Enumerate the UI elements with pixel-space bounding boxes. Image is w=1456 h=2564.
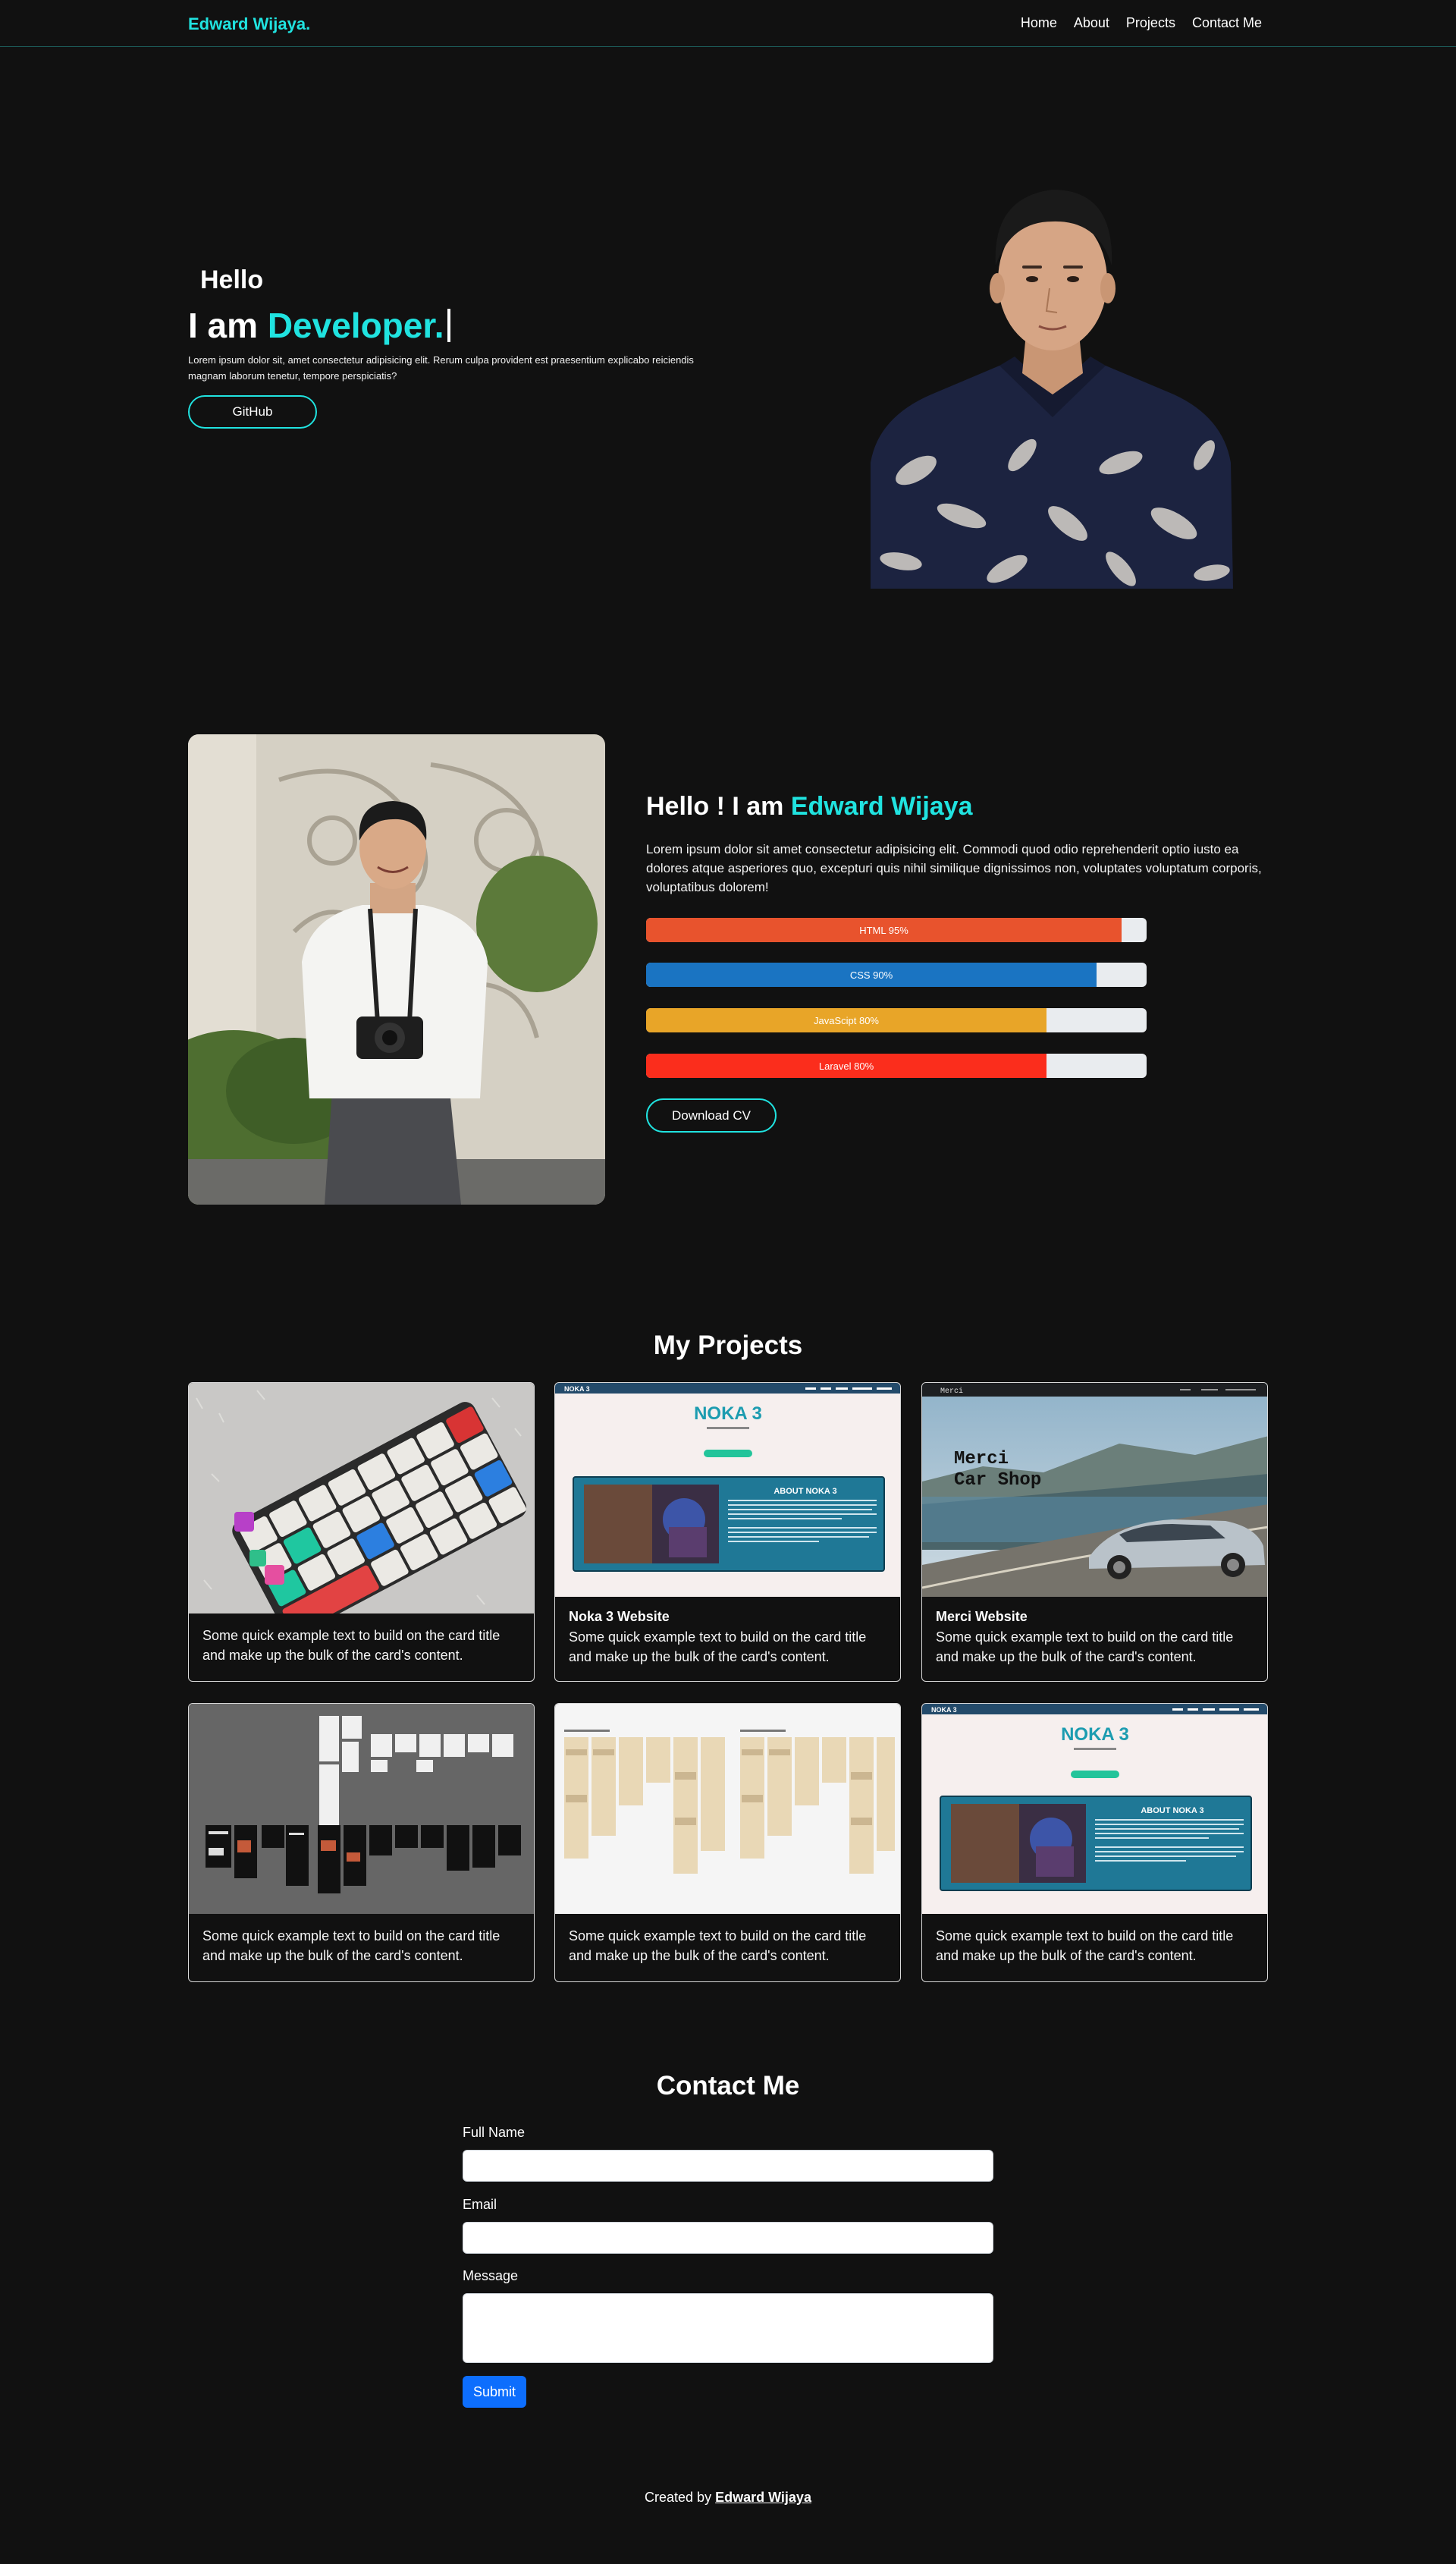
card-text: Some quick example text to build on the … xyxy=(569,1629,867,1664)
skill-bar-fill: JavaScipt 80% xyxy=(646,1008,1046,1032)
project-card[interactable]: Merci Merci Car Shop Merci Website Some q… xyxy=(921,1382,1268,1682)
hero-title-accent: Developer. xyxy=(267,306,444,345)
project-card[interactable]: Some quick example text to build on the … xyxy=(188,1382,535,1682)
hero-description: Lorem ipsum dolor sit, amet consectetur … xyxy=(188,354,694,382)
footer: Created by Edward Wijaya xyxy=(0,2490,1456,2506)
card-title: Noka 3 Website xyxy=(569,1609,670,1624)
project-card[interactable]: NOKA 3 NOKA 3 ABOUT NOKA 3 Some quick ex… xyxy=(921,1703,1268,1982)
project-card[interactable]: NOKA 3 NOKA 3 ABOUT NOKA 3 Noka 3 Websit… xyxy=(554,1382,901,1682)
nav-link-contact[interactable]: Contact Me xyxy=(1192,15,1262,31)
thumb-about-heading: ABOUT NOKA 3 xyxy=(774,1487,836,1496)
skill-bar-javascript: JavaScipt 80% xyxy=(646,1008,1147,1032)
thumb-brand: Merci xyxy=(940,1387,963,1396)
card-text: Some quick example text to build on the … xyxy=(202,1928,500,1963)
card-body: Some quick example text to build on the … xyxy=(189,1914,534,1978)
typing-caret xyxy=(447,309,450,342)
project-image-noka: NOKA 3 NOKA 3 ABOUT NOKA 3 xyxy=(555,1383,900,1597)
about-description: Lorem ipsum dolor sit amet consectetur a… xyxy=(646,842,1262,894)
project-image-noka: NOKA 3 NOKA 3 ABOUT NOKA 3 xyxy=(922,1704,1267,1914)
brand-logo[interactable]: Edward Wijaya. xyxy=(188,14,310,34)
project-card[interactable]: Some quick example text to build on the … xyxy=(554,1703,901,1982)
navbar: Edward Wijaya. Home About Projects Conta… xyxy=(0,0,1456,47)
projects-title: My Projects xyxy=(653,1331,803,1360)
card-body: Some quick example text to build on the … xyxy=(189,1613,534,1677)
about-photo xyxy=(188,734,605,1205)
card-title: Merci Website xyxy=(936,1609,1028,1624)
hero-title-prefix: I am xyxy=(188,306,268,345)
email-input[interactable] xyxy=(463,2222,993,2254)
skill-bar-laravel: Laravel 80% xyxy=(646,1054,1147,1078)
full-name-label: Full Name xyxy=(463,2125,526,2140)
skill-bar-fill: CSS 90% xyxy=(646,963,1097,987)
thumb-brand: NOKA 3 xyxy=(564,1385,590,1393)
contact-title: Contact Me xyxy=(656,2071,800,2101)
message-label: Message xyxy=(463,2268,519,2283)
card-body: Some quick example text to build on the … xyxy=(555,1914,900,1978)
full-name-input[interactable] xyxy=(463,2150,993,2182)
skill-bar-css: CSS 90% xyxy=(646,963,1147,987)
skill-bar-fill: HTML 95% xyxy=(646,918,1122,942)
project-image-figma-dark xyxy=(189,1704,534,1914)
nav-link-home[interactable]: Home xyxy=(1021,15,1057,31)
thumb-heading: NOKA 3 xyxy=(1061,1724,1129,1745)
thumb-brand: NOKA 3 xyxy=(931,1706,957,1714)
card-text: Some quick example text to build on the … xyxy=(936,1629,1234,1664)
skill-bar-html: HTML 95% xyxy=(646,918,1147,942)
card-text: Some quick example text to build on the … xyxy=(936,1928,1234,1963)
card-body: Merci Website Some quick example text to… xyxy=(922,1597,1267,1679)
nav-link-about[interactable]: About xyxy=(1074,15,1109,31)
card-body: Noka 3 Website Some quick example text t… xyxy=(555,1597,900,1679)
project-card[interactable]: Some quick example text to build on the … xyxy=(188,1703,535,1982)
hero-title: I am Developer. xyxy=(188,305,450,346)
hero-hello: Hello xyxy=(200,266,264,294)
card-text: Some quick example text to build on the … xyxy=(569,1928,867,1963)
project-image-keyboard xyxy=(189,1383,534,1613)
nav-links: Home About Projects Contact Me xyxy=(1021,15,1262,31)
card-text: Some quick example text to build on the … xyxy=(202,1628,500,1663)
about-title-name: Edward Wijaya xyxy=(790,792,973,821)
footer-author-link[interactable]: Edward Wijaya xyxy=(715,2490,811,2505)
project-image-merci: Merci Merci Car Shop xyxy=(922,1383,1267,1597)
download-cv-button[interactable]: Download CV xyxy=(646,1098,777,1133)
card-body: Some quick example text to build on the … xyxy=(922,1914,1267,1978)
hero-portrait-photo xyxy=(871,167,1233,589)
submit-button[interactable]: Submit xyxy=(463,2376,526,2408)
footer-credit: Created by xyxy=(645,2490,716,2505)
about-title: Hello ! I am Edward Wijaya xyxy=(646,792,973,822)
skill-bar-fill: Laravel 80% xyxy=(646,1054,1046,1078)
about-title-prefix: Hello ! I am xyxy=(646,792,791,821)
thumb-about-heading: ABOUT NOKA 3 xyxy=(1141,1806,1203,1815)
message-textarea[interactable] xyxy=(463,2293,993,2363)
project-image-figma-light xyxy=(555,1704,900,1914)
github-button[interactable]: GitHub xyxy=(188,395,317,429)
thumb-heading: NOKA 3 xyxy=(694,1403,762,1424)
nav-link-projects[interactable]: Projects xyxy=(1126,15,1175,31)
email-label: Email xyxy=(463,2197,497,2212)
